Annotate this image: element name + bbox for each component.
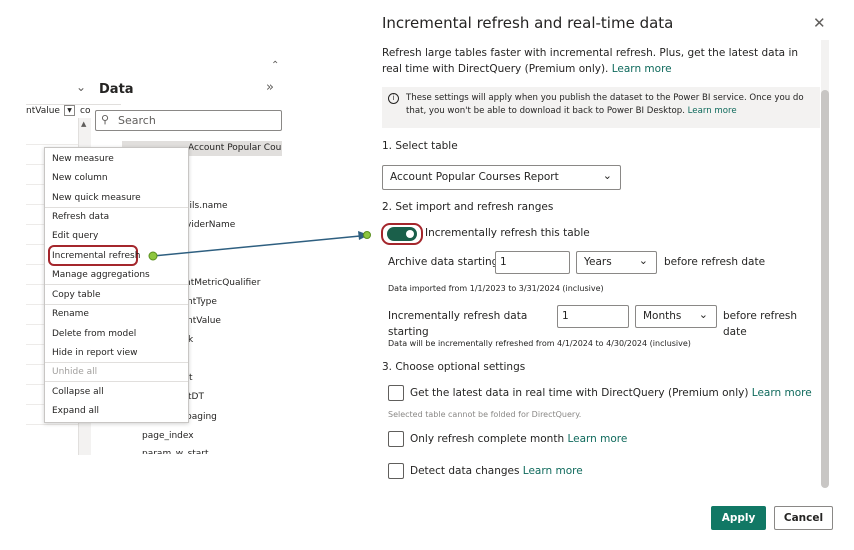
field-item[interactable]: t (189, 373, 193, 383)
menu-item-new-quick-measure[interactable]: New quick measure (52, 193, 141, 203)
expand-pane-icon[interactable]: » (266, 80, 274, 95)
intro-body: Refresh large tables faster with increme… (382, 47, 799, 75)
incremental-suffix-2: date (723, 326, 747, 338)
archive-suffix: before refresh date (664, 256, 766, 268)
dialog-title: Incremental refresh and real-time data (382, 14, 674, 32)
field-item[interactable]: viderName (186, 220, 235, 230)
archive-unit-value: Years (584, 256, 612, 268)
archive-value: 1 (500, 256, 507, 268)
info-banner: i These settings will apply when you pub… (382, 87, 820, 128)
menu-item-new-measure[interactable]: New measure (52, 154, 114, 164)
info-icon: i (388, 93, 399, 104)
menu-separator (45, 284, 188, 285)
incremental-unit-dropdown[interactable]: Months ⌄ (635, 305, 717, 328)
archive-value-input[interactable]: 1 (495, 251, 570, 274)
menu-item-rename[interactable]: Rename (52, 309, 89, 319)
detect-changes-label: Detect data changes Learn more (410, 465, 583, 477)
info-body: These settings will apply when you publi… (406, 93, 804, 116)
collapse-up-icon[interactable]: ⌃ (271, 60, 279, 71)
archive-label: Archive data starting (388, 256, 499, 268)
archive-unit-dropdown[interactable]: Years ⌄ (576, 251, 657, 274)
complete-month-checkbox[interactable] (388, 431, 404, 447)
data-pane-title: Data (99, 82, 134, 97)
incremental-value: 1 (562, 310, 569, 322)
intro-learn-more-link[interactable]: Learn more (612, 63, 672, 75)
incremental-value-input[interactable]: 1 (557, 305, 629, 328)
column-header-label: ntValue (26, 106, 60, 116)
menu-item-expand-all[interactable]: Expand all (52, 406, 99, 416)
detect-changes-label-text: Detect data changes (410, 465, 520, 477)
detect-changes-checkbox[interactable] (388, 463, 404, 479)
menu-separator (45, 207, 188, 208)
chevron-down-icon: ⌄ (698, 308, 708, 321)
field-item[interactable]: page_index (142, 431, 194, 441)
menu-item-manage-aggregations[interactable]: Manage aggregations (52, 270, 150, 280)
field-item[interactable]: ntValue (187, 316, 221, 326)
section-select-table: 1. Select table (382, 140, 458, 152)
menu-item-hide-in-report-view[interactable]: Hide in report view (52, 348, 138, 358)
dialog-scrollbar[interactable] (821, 40, 829, 488)
chevron-down-icon: ⌄ (638, 254, 648, 267)
incremental-note: Data will be incrementally refreshed fro… (388, 339, 691, 348)
menu-item-new-column[interactable]: New column (52, 173, 108, 183)
field-item[interactable]: ntType (187, 297, 217, 307)
incremental-unit-value: Months (643, 310, 682, 322)
menu-item-refresh-data[interactable]: Refresh data (52, 212, 109, 222)
context-menu: New measure New column New quick measure… (44, 147, 189, 423)
search-placeholder: Search (118, 114, 156, 127)
realtime-label-text: Get the latest data in real time with Di… (410, 387, 749, 399)
cancel-button[interactable]: Cancel (774, 506, 833, 530)
realtime-learn-more-link[interactable]: Learn more (752, 387, 812, 399)
incremental-suffix: before refresh (723, 310, 798, 322)
menu-item-copy-table[interactable]: Copy table (52, 290, 101, 300)
field-item[interactable]: paging (186, 412, 217, 422)
scrollbar-thumb[interactable] (821, 90, 829, 488)
close-icon[interactable]: ✕ (813, 14, 826, 32)
data-search-input[interactable]: ⚲ Search (95, 110, 282, 131)
menu-separator (45, 381, 188, 382)
realtime-label: Get the latest data in real time with Di… (410, 387, 812, 399)
apply-button[interactable]: Apply (711, 506, 766, 530)
complete-month-learn-more-link[interactable]: Learn more (567, 433, 627, 445)
section-import-refresh: 2. Set import and refresh ranges (382, 201, 554, 213)
scroll-up-icon[interactable]: ▲ (81, 120, 86, 128)
toggle-highlight (381, 223, 423, 245)
imported-note: Data imported from 1/1/2023 to 3/31/2024… (388, 284, 604, 293)
incremental-refresh-toggle[interactable] (387, 227, 417, 241)
menu-item-edit-query[interactable]: Edit query (52, 231, 98, 241)
menu-item-unhide-all: Unhide all (52, 367, 98, 377)
column-header-label-2: co (80, 106, 91, 116)
realtime-note: Selected table cannot be folded for Dire… (388, 410, 582, 419)
chevron-down-icon[interactable]: ⌄ (76, 80, 86, 94)
menu-separator (45, 304, 188, 305)
section-optional-settings: 3. Choose optional settings (382, 361, 526, 373)
field-item[interactable]: tDT (188, 392, 204, 402)
detect-changes-learn-more-link[interactable]: Learn more (523, 465, 583, 477)
field-item[interactable]: param_w_start (142, 449, 209, 454)
table-select-dropdown[interactable]: Account Popular Courses Report ⌄ (382, 165, 621, 190)
toggle-knob (406, 230, 414, 238)
info-text: These settings will apply when you publi… (406, 92, 814, 118)
toggle-label: Incrementally refresh this table (425, 227, 590, 239)
menu-item-collapse-all[interactable]: Collapse all (52, 387, 104, 397)
incremental-label: Incrementally refresh data (388, 310, 528, 322)
search-icon: ⚲ (101, 113, 110, 126)
menu-item-incremental-refresh[interactable]: Incremental refresh (52, 251, 140, 261)
complete-month-label-text: Only refresh complete month (410, 433, 565, 445)
complete-month-label: Only refresh complete month Learn more (410, 433, 627, 445)
field-item[interactable]: ails.name (184, 201, 228, 211)
field-item[interactable]: ntMetricQualifier (185, 278, 260, 288)
filter-dropdown-icon[interactable]: ▼ (64, 105, 75, 116)
chevron-down-icon: ⌄ (602, 169, 612, 182)
menu-item-delete-from-model[interactable]: Delete from model (52, 329, 136, 339)
info-learn-more-link[interactable]: Learn more (688, 106, 737, 116)
menu-separator (45, 362, 188, 363)
intro-text: Refresh large tables faster with increme… (382, 45, 817, 77)
realtime-checkbox[interactable] (388, 385, 404, 401)
incremental-label-2: starting (388, 326, 429, 338)
selected-table-value: Account Popular Courses Report (390, 171, 559, 183)
table-name-label: Account Popular Courses Report (188, 143, 282, 153)
